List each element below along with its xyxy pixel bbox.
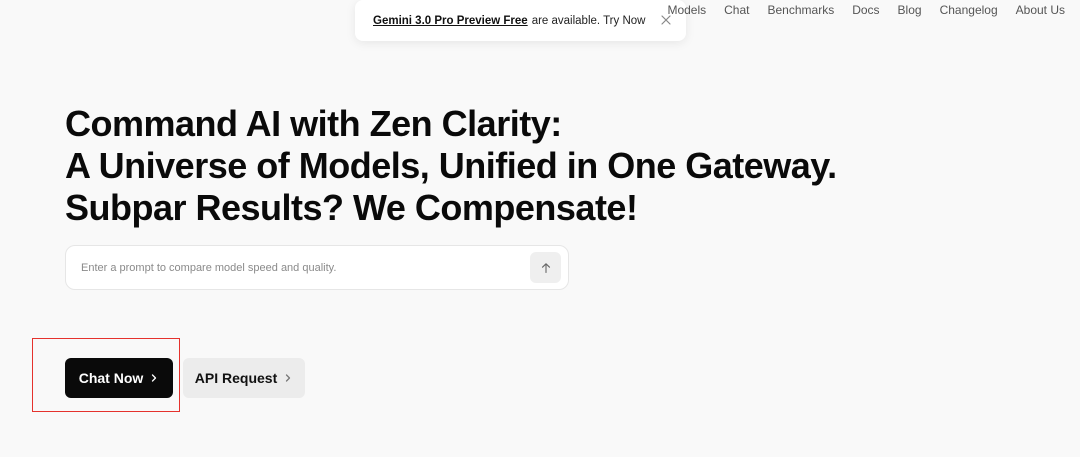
nav-item-docs[interactable]: Docs (852, 3, 879, 17)
promo-message: are available. Try Now (531, 14, 646, 27)
chevron-right-icon (149, 373, 159, 383)
nav-item-blog[interactable]: Blog (898, 3, 922, 17)
nav-item-chat[interactable]: Chat (724, 3, 749, 17)
page: Gemini 3.0 Pro Preview Free are availabl… (0, 0, 1080, 457)
chevron-right-icon (283, 373, 293, 383)
prompt-box (65, 245, 569, 290)
api-request-button[interactable]: API Request (183, 358, 305, 398)
api-request-label: API Request (194, 370, 278, 386)
nav-item-models[interactable]: Models (667, 3, 706, 17)
nav-item-benchmarks[interactable]: Benchmarks (768, 3, 835, 17)
top-nav: Models Chat Benchmarks Docs Blog Changel… (667, 3, 1065, 17)
promo-toast: Gemini 3.0 Pro Preview Free are availabl… (355, 0, 686, 41)
nav-item-about-us[interactable]: About Us (1016, 3, 1065, 17)
chat-now-button[interactable]: Chat Now (65, 358, 173, 398)
hero-line-3: Subpar Results? We Compensate! (65, 187, 638, 228)
promo-link[interactable]: Gemini 3.0 Pro Preview Free (373, 15, 528, 27)
arrow-up-icon (540, 262, 552, 274)
prompt-input[interactable] (81, 246, 521, 289)
hero-line-2: A Universe of Models, Unified in One Gat… (65, 145, 837, 186)
hero-line-1: Command AI with Zen Clarity: (65, 103, 562, 144)
nav-item-changelog[interactable]: Changelog (940, 3, 998, 17)
send-button[interactable] (530, 252, 561, 283)
chat-now-label: Chat Now (78, 370, 144, 386)
hero-title: Command AI with Zen Clarity: A Universe … (65, 103, 837, 229)
